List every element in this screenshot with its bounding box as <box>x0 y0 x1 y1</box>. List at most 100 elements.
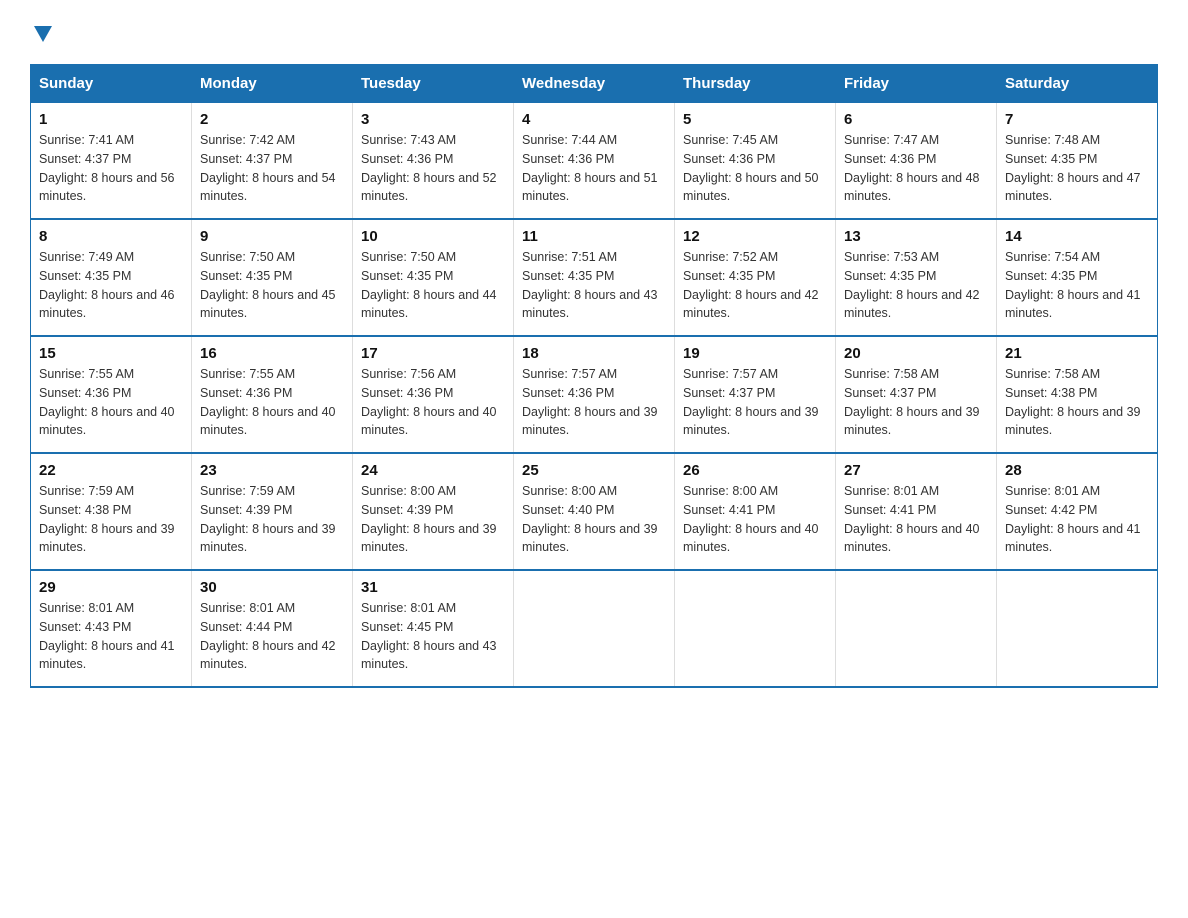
calendar-cell: 3 Sunrise: 7:43 AMSunset: 4:36 PMDayligh… <box>353 103 514 220</box>
day-info: Sunrise: 8:01 AMSunset: 4:43 PMDaylight:… <box>39 601 175 671</box>
week-row-3: 15 Sunrise: 7:55 AMSunset: 4:36 PMDaylig… <box>31 336 1158 453</box>
day-info: Sunrise: 7:42 AMSunset: 4:37 PMDaylight:… <box>200 133 336 203</box>
calendar-cell <box>514 570 675 687</box>
week-row-2: 8 Sunrise: 7:49 AMSunset: 4:35 PMDayligh… <box>31 219 1158 336</box>
day-info: Sunrise: 7:59 AMSunset: 4:39 PMDaylight:… <box>200 484 336 554</box>
day-number: 2 <box>200 111 344 128</box>
calendar-cell: 30 Sunrise: 8:01 AMSunset: 4:44 PMDaylig… <box>192 570 353 687</box>
logo <box>30 20 54 44</box>
calendar-header: SundayMondayTuesdayWednesdayThursdayFrid… <box>31 65 1158 103</box>
day-number: 29 <box>39 579 183 596</box>
day-number: 13 <box>844 228 988 245</box>
day-info: Sunrise: 7:56 AMSunset: 4:36 PMDaylight:… <box>361 367 497 437</box>
day-number: 28 <box>1005 462 1149 479</box>
day-info: Sunrise: 8:00 AMSunset: 4:39 PMDaylight:… <box>361 484 497 554</box>
day-info: Sunrise: 7:50 AMSunset: 4:35 PMDaylight:… <box>361 250 497 320</box>
day-info: Sunrise: 7:55 AMSunset: 4:36 PMDaylight:… <box>39 367 175 437</box>
calendar-cell: 1 Sunrise: 7:41 AMSunset: 4:37 PMDayligh… <box>31 103 192 220</box>
day-number: 12 <box>683 228 827 245</box>
day-number: 19 <box>683 345 827 362</box>
day-number: 5 <box>683 111 827 128</box>
calendar-cell <box>836 570 997 687</box>
calendar-cell: 28 Sunrise: 8:01 AMSunset: 4:42 PMDaylig… <box>997 453 1158 570</box>
day-info: Sunrise: 7:48 AMSunset: 4:35 PMDaylight:… <box>1005 133 1141 203</box>
logo-block <box>30 20 54 44</box>
calendar-cell: 21 Sunrise: 7:58 AMSunset: 4:38 PMDaylig… <box>997 336 1158 453</box>
header-day-friday: Friday <box>836 65 997 103</box>
calendar-cell: 2 Sunrise: 7:42 AMSunset: 4:37 PMDayligh… <box>192 103 353 220</box>
day-info: Sunrise: 7:53 AMSunset: 4:35 PMDaylight:… <box>844 250 980 320</box>
day-number: 31 <box>361 579 505 596</box>
day-info: Sunrise: 8:01 AMSunset: 4:44 PMDaylight:… <box>200 601 336 671</box>
day-number: 23 <box>200 462 344 479</box>
week-row-4: 22 Sunrise: 7:59 AMSunset: 4:38 PMDaylig… <box>31 453 1158 570</box>
day-info: Sunrise: 7:54 AMSunset: 4:35 PMDaylight:… <box>1005 250 1141 320</box>
day-info: Sunrise: 7:57 AMSunset: 4:36 PMDaylight:… <box>522 367 658 437</box>
day-number: 10 <box>361 228 505 245</box>
day-info: Sunrise: 8:00 AMSunset: 4:41 PMDaylight:… <box>683 484 819 554</box>
day-info: Sunrise: 8:00 AMSunset: 4:40 PMDaylight:… <box>522 484 658 554</box>
day-info: Sunrise: 7:49 AMSunset: 4:35 PMDaylight:… <box>39 250 175 320</box>
calendar-cell: 19 Sunrise: 7:57 AMSunset: 4:37 PMDaylig… <box>675 336 836 453</box>
day-info: Sunrise: 7:58 AMSunset: 4:38 PMDaylight:… <box>1005 367 1141 437</box>
day-info: Sunrise: 7:50 AMSunset: 4:35 PMDaylight:… <box>200 250 336 320</box>
day-number: 6 <box>844 111 988 128</box>
calendar-cell: 7 Sunrise: 7:48 AMSunset: 4:35 PMDayligh… <box>997 103 1158 220</box>
day-number: 3 <box>361 111 505 128</box>
day-info: Sunrise: 7:51 AMSunset: 4:35 PMDaylight:… <box>522 250 658 320</box>
calendar-cell: 5 Sunrise: 7:45 AMSunset: 4:36 PMDayligh… <box>675 103 836 220</box>
logo-triangle-icon <box>32 22 54 44</box>
header-day-wednesday: Wednesday <box>514 65 675 103</box>
day-number: 26 <box>683 462 827 479</box>
day-info: Sunrise: 7:47 AMSunset: 4:36 PMDaylight:… <box>844 133 980 203</box>
calendar-cell: 13 Sunrise: 7:53 AMSunset: 4:35 PMDaylig… <box>836 219 997 336</box>
page-header <box>30 20 1158 44</box>
calendar-cell: 22 Sunrise: 7:59 AMSunset: 4:38 PMDaylig… <box>31 453 192 570</box>
day-info: Sunrise: 7:43 AMSunset: 4:36 PMDaylight:… <box>361 133 497 203</box>
day-info: Sunrise: 8:01 AMSunset: 4:41 PMDaylight:… <box>844 484 980 554</box>
calendar-cell: 18 Sunrise: 7:57 AMSunset: 4:36 PMDaylig… <box>514 336 675 453</box>
day-info: Sunrise: 7:52 AMSunset: 4:35 PMDaylight:… <box>683 250 819 320</box>
day-info: Sunrise: 7:57 AMSunset: 4:37 PMDaylight:… <box>683 367 819 437</box>
day-number: 25 <box>522 462 666 479</box>
calendar-cell: 23 Sunrise: 7:59 AMSunset: 4:39 PMDaylig… <box>192 453 353 570</box>
calendar-cell: 26 Sunrise: 8:00 AMSunset: 4:41 PMDaylig… <box>675 453 836 570</box>
day-number: 27 <box>844 462 988 479</box>
calendar-cell <box>675 570 836 687</box>
day-info: Sunrise: 8:01 AMSunset: 4:42 PMDaylight:… <box>1005 484 1141 554</box>
header-day-tuesday: Tuesday <box>353 65 514 103</box>
calendar-cell: 4 Sunrise: 7:44 AMSunset: 4:36 PMDayligh… <box>514 103 675 220</box>
day-info: Sunrise: 7:44 AMSunset: 4:36 PMDaylight:… <box>522 133 658 203</box>
day-info: Sunrise: 7:55 AMSunset: 4:36 PMDaylight:… <box>200 367 336 437</box>
calendar-cell: 12 Sunrise: 7:52 AMSunset: 4:35 PMDaylig… <box>675 219 836 336</box>
calendar-cell: 29 Sunrise: 8:01 AMSunset: 4:43 PMDaylig… <box>31 570 192 687</box>
calendar-cell: 27 Sunrise: 8:01 AMSunset: 4:41 PMDaylig… <box>836 453 997 570</box>
day-info: Sunrise: 7:59 AMSunset: 4:38 PMDaylight:… <box>39 484 175 554</box>
day-number: 21 <box>1005 345 1149 362</box>
header-row: SundayMondayTuesdayWednesdayThursdayFrid… <box>31 65 1158 103</box>
day-number: 9 <box>200 228 344 245</box>
calendar-cell: 25 Sunrise: 8:00 AMSunset: 4:40 PMDaylig… <box>514 453 675 570</box>
day-number: 8 <box>39 228 183 245</box>
calendar-cell: 10 Sunrise: 7:50 AMSunset: 4:35 PMDaylig… <box>353 219 514 336</box>
day-number: 7 <box>1005 111 1149 128</box>
calendar-cell: 8 Sunrise: 7:49 AMSunset: 4:35 PMDayligh… <box>31 219 192 336</box>
header-day-monday: Monday <box>192 65 353 103</box>
calendar-cell: 17 Sunrise: 7:56 AMSunset: 4:36 PMDaylig… <box>353 336 514 453</box>
week-row-5: 29 Sunrise: 8:01 AMSunset: 4:43 PMDaylig… <box>31 570 1158 687</box>
day-number: 20 <box>844 345 988 362</box>
header-day-thursday: Thursday <box>675 65 836 103</box>
day-number: 11 <box>522 228 666 245</box>
day-number: 14 <box>1005 228 1149 245</box>
calendar-cell: 20 Sunrise: 7:58 AMSunset: 4:37 PMDaylig… <box>836 336 997 453</box>
day-number: 17 <box>361 345 505 362</box>
calendar-cell <box>997 570 1158 687</box>
day-number: 22 <box>39 462 183 479</box>
day-number: 30 <box>200 579 344 596</box>
calendar-cell: 31 Sunrise: 8:01 AMSunset: 4:45 PMDaylig… <box>353 570 514 687</box>
header-day-saturday: Saturday <box>997 65 1158 103</box>
day-number: 1 <box>39 111 183 128</box>
calendar-table: SundayMondayTuesdayWednesdayThursdayFrid… <box>30 64 1158 688</box>
calendar-cell: 14 Sunrise: 7:54 AMSunset: 4:35 PMDaylig… <box>997 219 1158 336</box>
day-number: 16 <box>200 345 344 362</box>
